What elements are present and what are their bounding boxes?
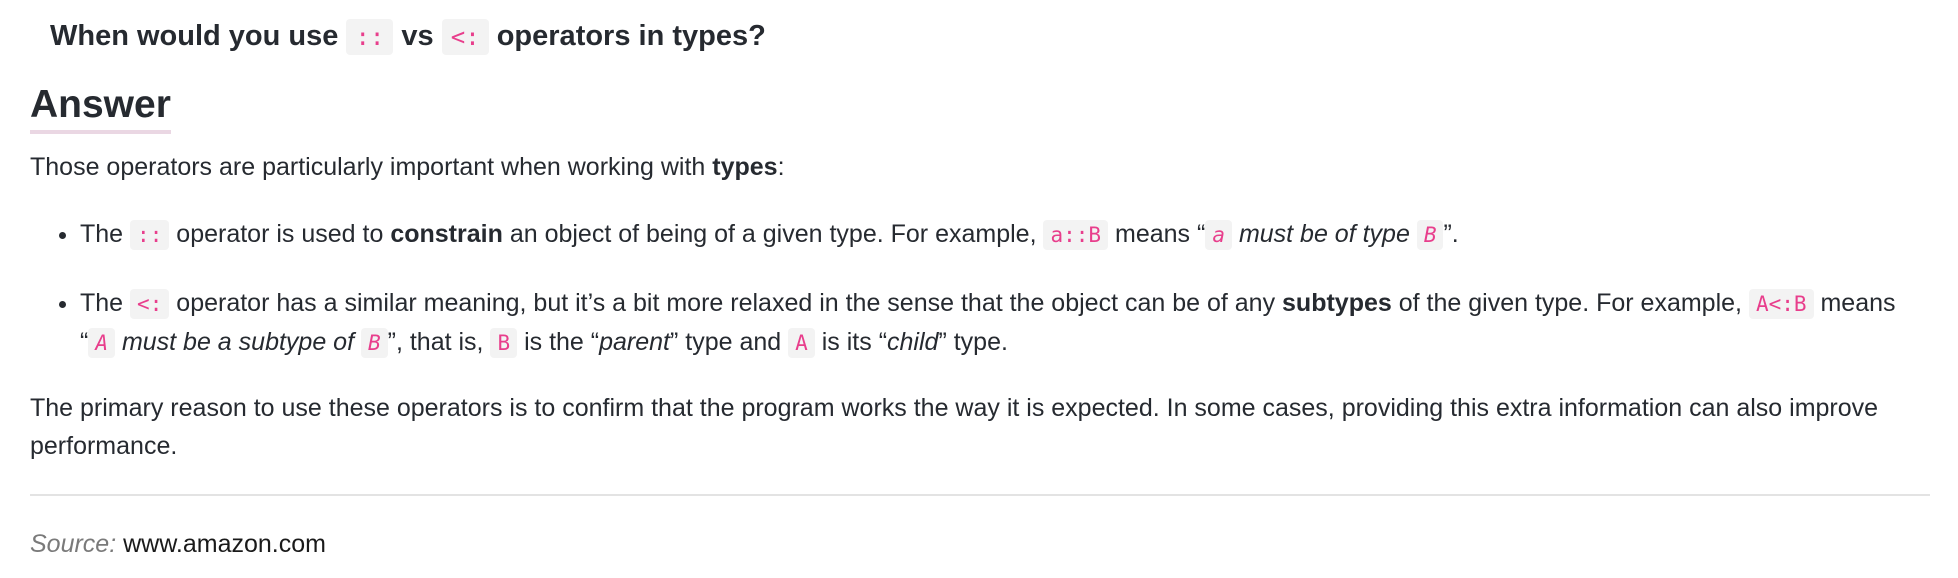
answer-heading: Answer [30, 80, 171, 134]
source-line: Source: www.amazon.com [30, 525, 326, 563]
list-item-double-colon: The :: operator is used to constrain an … [80, 215, 1930, 254]
list-text: The [80, 289, 124, 317]
inline-code: B [360, 328, 388, 358]
list-text: ” type and [670, 328, 782, 356]
question-op-double-colon: :: [346, 19, 394, 55]
list-text: The [80, 220, 124, 248]
list-text: means “ [1115, 220, 1206, 248]
inline-code: :: [130, 220, 170, 250]
list-text: of the given type. For example, [1398, 289, 1742, 317]
question-middle: vs [401, 20, 434, 52]
intro-paragraph: Those operators are particularly importa… [30, 148, 1930, 186]
source-value: www.amazon.com [123, 530, 326, 558]
list-text: operator has a similar meaning, but it’s… [176, 289, 1276, 317]
inline-code-example: a::B [1043, 220, 1109, 250]
inline-code-example: A<:B [1748, 289, 1814, 319]
source-label: Source: [30, 530, 117, 558]
list-text: ”, that is, [387, 328, 484, 356]
italic-text: must be a subtype of [121, 328, 355, 356]
bold-term-constrain: constrain [390, 220, 503, 248]
list-text: is the “ [524, 328, 600, 356]
list-text: ” type. [938, 328, 1008, 356]
inline-code: B [1416, 220, 1444, 250]
conclusion-paragraph: The primary reason to use these operator… [30, 394, 1879, 460]
inline-code: <: [130, 289, 170, 319]
inline-code: a [1205, 220, 1232, 250]
intro-end: : [777, 153, 785, 181]
inline-code: A [88, 328, 115, 358]
question-title: When would you use :: vs <: operators in… [50, 14, 766, 59]
question-prefix: When would you use [50, 20, 339, 52]
list-text: is its “ [821, 328, 888, 356]
italic-text: must be of type [1238, 220, 1410, 248]
question-suffix: operators in types? [496, 20, 766, 52]
operator-list: The :: operator is used to constrain an … [30, 215, 1930, 392]
list-text: operator is used to [176, 220, 384, 248]
intro-bold: types [712, 153, 778, 181]
inline-code: B [490, 328, 518, 358]
inline-code: A [788, 328, 815, 358]
bold-term-subtypes: subtypes [1282, 289, 1392, 317]
question-op-subtype: <: [441, 19, 489, 55]
list-text: ”. [1443, 220, 1459, 248]
list-item-subtype: The <: operator has a similar meaning, b… [80, 284, 1930, 362]
list-text: an object of being of a given type. For … [509, 220, 1037, 248]
italic-text: parent [599, 328, 670, 356]
intro-text: Those operators are particularly importa… [30, 153, 706, 181]
divider [30, 494, 1930, 496]
italic-text: child [887, 328, 939, 356]
